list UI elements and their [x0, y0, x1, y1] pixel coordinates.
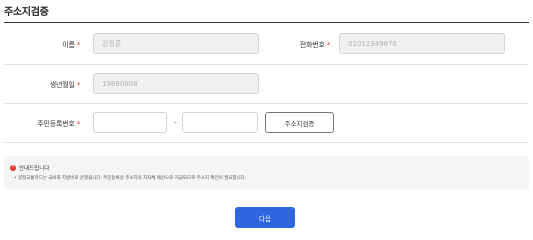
birth-label-text: 생년월일	[49, 81, 75, 89]
birth-label: 생년월일 *	[30, 80, 81, 90]
phone-label: 전화번호 *	[270, 40, 331, 50]
phone-required-mark: *	[326, 41, 331, 49]
rrn-separator: -	[174, 118, 177, 127]
rrn-second-field[interactable]	[182, 112, 258, 133]
row-divider	[4, 142, 529, 143]
notice-header: ! 안내드립니다	[10, 164, 49, 172]
birth-field[interactable]	[93, 73, 259, 94]
row-divider	[4, 103, 529, 104]
title-divider	[4, 22, 529, 23]
row-divider	[4, 64, 529, 65]
notice-title: 안내드립니다	[19, 166, 50, 172]
rrn-required-mark: *	[76, 120, 81, 128]
name-field[interactable]	[93, 33, 259, 54]
notice-box: ! 안내드립니다 • 일정교통카드는 국비와 지방비로 운영됩니다. 주민등록상…	[4, 156, 529, 189]
notice-body: • 일정교통카드는 국비와 지방비로 운영됩니다. 주민등록상 주소지의 지자체…	[14, 176, 247, 181]
info-icon: !	[10, 165, 16, 171]
name-label: 이름 *	[30, 40, 80, 50]
phone-label-text: 전화번호	[299, 41, 325, 49]
next-button[interactable]: 다음	[235, 207, 295, 228]
name-label-text: 이름	[62, 41, 75, 49]
rrn-label-text: 주민등록번호	[37, 120, 75, 128]
name-required-mark: *	[76, 41, 81, 49]
birth-required-mark: *	[76, 81, 81, 89]
rrn-first-field[interactable]	[93, 112, 167, 133]
phone-field[interactable]	[339, 33, 505, 54]
page-title: 주소지검증	[4, 7, 49, 18]
address-verify-button[interactable]: 주소지검증	[265, 112, 334, 133]
rrn-label: 주민등록번호 *	[20, 119, 80, 129]
